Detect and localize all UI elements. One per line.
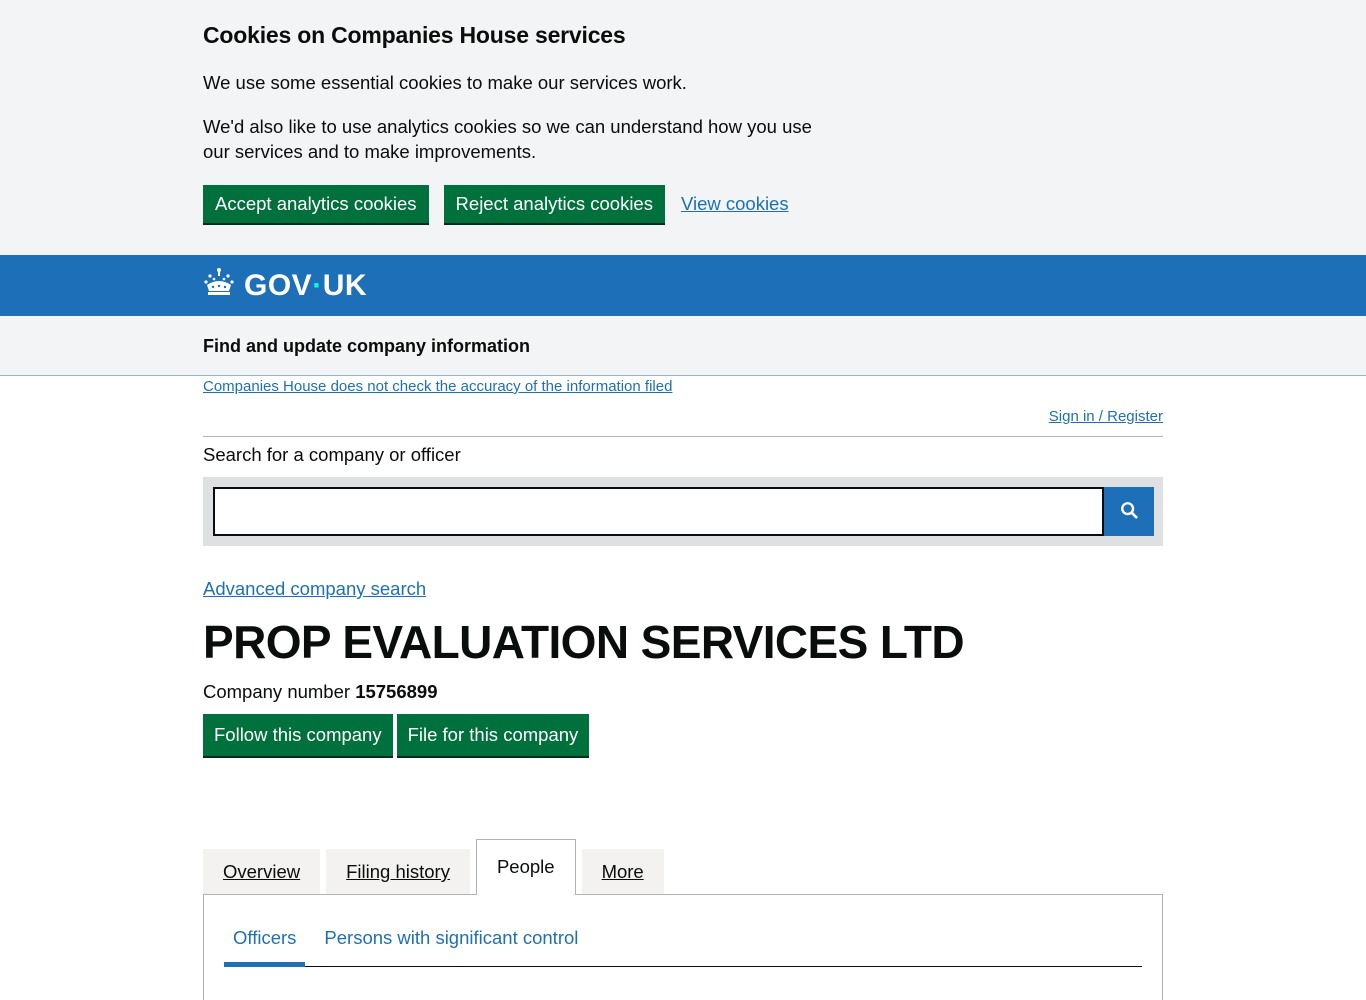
- govuk-logo[interactable]: GOV·UK: [244, 270, 367, 301]
- follow-company-button[interactable]: Follow this company: [203, 714, 393, 756]
- tab-people[interactable]: People: [475, 839, 576, 895]
- view-cookies-link[interactable]: View cookies: [681, 193, 789, 215]
- sign-in-register-link[interactable]: Sign in / Register: [1049, 408, 1163, 425]
- company-tabs: Overview Filing history People More: [203, 838, 1163, 895]
- tab-overview-link[interactable]: Overview: [223, 861, 300, 882]
- people-subnav: Officers Persons with significant contro…: [224, 915, 1142, 967]
- cookie-banner-text: We use some essential cookies to make ou…: [203, 72, 687, 93]
- company-name: PROP EVALUATION SERVICES LTD: [203, 616, 965, 668]
- search-button[interactable]: [1104, 487, 1154, 536]
- search-box: [203, 477, 1163, 546]
- file-for-company-button[interactable]: File for this company: [396, 714, 590, 756]
- cookie-banner: Cookies on Companies House services We u…: [0, 0, 1366, 255]
- cookie-banner-text-analytics: We'd also like to use analytics cookies …: [203, 116, 812, 162]
- accept-cookies-button[interactable]: Accept analytics cookies: [203, 185, 429, 223]
- search-input[interactable]: [213, 487, 1104, 536]
- tab-more-link[interactable]: More: [602, 861, 644, 882]
- service-name[interactable]: Find and update company information: [203, 336, 530, 356]
- tab-more[interactable]: More: [581, 849, 664, 894]
- company-number-value: 15756899: [355, 681, 438, 702]
- search-icon: [1120, 501, 1138, 522]
- tab-people-label: People: [496, 856, 555, 877]
- search-label: Search for a company or officer: [203, 444, 461, 465]
- reject-cookies-button[interactable]: Reject analytics cookies: [443, 185, 665, 223]
- main-content: Companies House does not check the accur…: [203, 378, 1163, 1000]
- accuracy-notice-link[interactable]: Companies House does not check the accur…: [203, 378, 672, 395]
- subnav-psc[interactable]: Persons with significant control: [315, 915, 587, 967]
- tab-filing-history[interactable]: Filing history: [326, 849, 470, 894]
- cookie-banner-title: Cookies on Companies House services: [203, 22, 626, 48]
- company-number: Company number 15756899: [203, 680, 1163, 704]
- tab-panel-people: Officers Persons with significant contro…: [203, 894, 1163, 1000]
- service-bar: Find and update company information: [0, 316, 1366, 376]
- company-actions: Follow this company File for this compan…: [203, 714, 1163, 756]
- govuk-header: GOV·UK: [0, 255, 1366, 316]
- tab-overview[interactable]: Overview: [203, 849, 321, 894]
- cookie-actions: Accept analytics cookies Reject analytic…: [203, 185, 1163, 223]
- advanced-search-link[interactable]: Advanced company search: [203, 578, 426, 599]
- subnav-officers[interactable]: Officers: [224, 915, 306, 967]
- tab-filing-history-link[interactable]: Filing history: [346, 861, 450, 882]
- company-number-label: Company number: [203, 681, 351, 702]
- crown-icon: [203, 268, 244, 303]
